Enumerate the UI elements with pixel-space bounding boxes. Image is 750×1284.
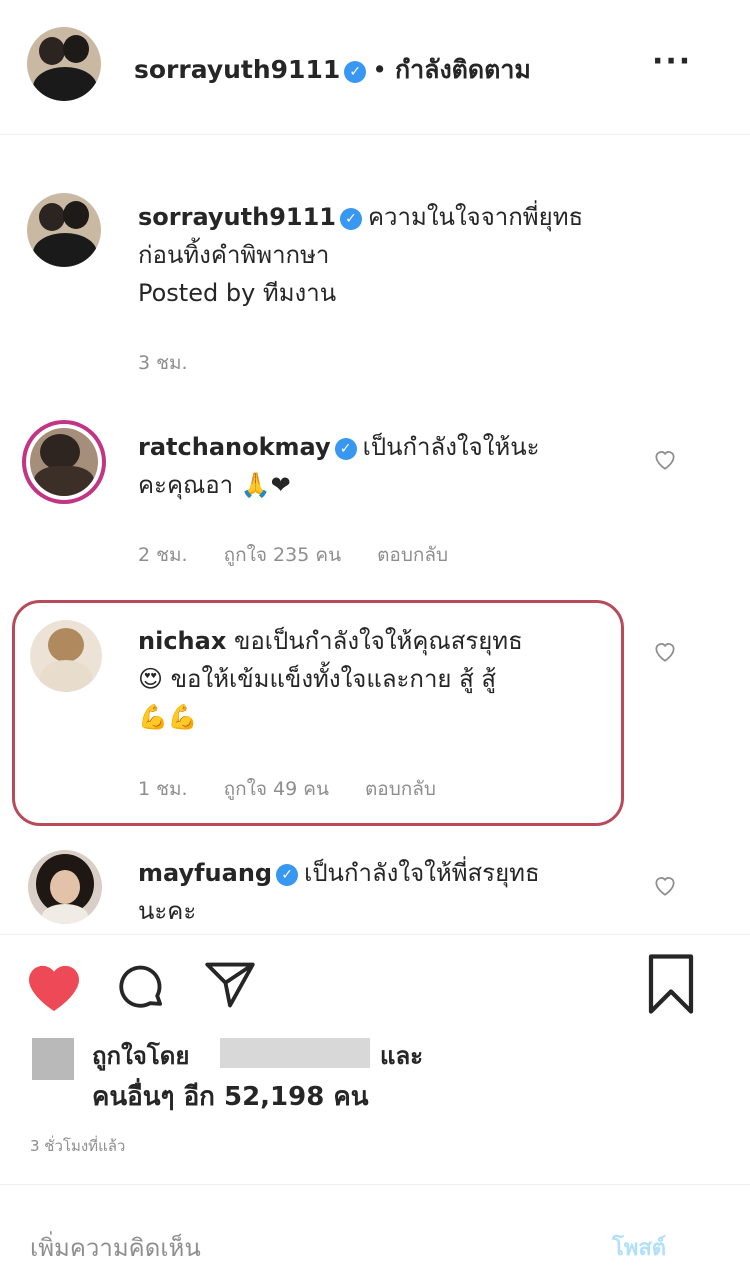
liked-by-and: และ: [380, 1042, 424, 1070]
comment-like-heart-icon[interactable]: [652, 872, 678, 898]
avatar[interactable]: [27, 193, 101, 267]
avatar[interactable]: [22, 420, 106, 504]
post-comment-button[interactable]: โพสต์: [612, 1230, 666, 1265]
comment-username[interactable]: mayfuang: [138, 859, 272, 887]
comment-text: เป็นกำลังใจให้นะ: [362, 433, 540, 461]
verified-badge-icon: ✓: [340, 208, 362, 230]
likes-count[interactable]: คนอื่นๆ อีก 52,198 คน: [92, 1076, 369, 1117]
comment-input[interactable]: เพิ่มความคิดเห็น: [30, 1228, 201, 1267]
avatar[interactable]: [30, 620, 102, 692]
separator: •: [372, 55, 387, 84]
comment-like-heart-icon[interactable]: [652, 638, 678, 664]
caption-posted-by: Posted by ทีมงาน: [138, 279, 337, 307]
heart-icon[interactable]: [24, 958, 84, 1014]
comment-text: 💪💪: [138, 703, 198, 731]
redacted-liker-name: [220, 1038, 370, 1068]
post-author-username[interactable]: sorrayuth9111: [134, 55, 340, 84]
avatar[interactable]: [28, 850, 102, 924]
comment-text: 😍 ขอให้เข้มแข็งทั้งใจและกาย สู้ สู้: [138, 665, 497, 693]
avatar[interactable]: [27, 27, 101, 101]
verified-badge-icon: ✓: [276, 864, 299, 886]
reply-button[interactable]: ตอบกลับ: [377, 544, 448, 566]
follow-status-button[interactable]: กำลังติดตาม: [395, 55, 531, 84]
caption-text: ความในใจจากพี่ยุทธ: [368, 203, 584, 231]
caption-username[interactable]: sorrayuth9111: [138, 203, 336, 231]
more-options-icon[interactable]: ···: [652, 44, 692, 79]
verified-badge-icon: ✓: [334, 438, 357, 460]
comment-time: 2 ชม.: [138, 544, 188, 566]
bookmark-icon[interactable]: [646, 954, 696, 1014]
comment-text: ขอเป็นกำลังใจให้คุณสรยุทธ: [233, 627, 523, 655]
verified-badge-icon: ✓: [344, 61, 367, 83]
comment-username[interactable]: nichax: [138, 627, 226, 655]
liked-by-prefix: ถูกใจโดย: [92, 1042, 190, 1070]
comment-likes-count[interactable]: ถูกใจ 49 คน: [224, 778, 329, 800]
comment-username[interactable]: ratchanokmay: [138, 433, 331, 461]
liker-avatar[interactable]: [32, 1038, 74, 1080]
comment-text: คะคุณอา 🙏❤: [138, 471, 291, 499]
post-timestamp: 3 ชั่วโมงที่แล้ว: [30, 1137, 126, 1155]
comment-icon[interactable]: [114, 960, 168, 1014]
comment-like-heart-icon[interactable]: [652, 446, 678, 472]
comment-text: นะคะ: [138, 897, 197, 925]
paper-plane-icon[interactable]: [202, 960, 258, 1010]
caption-time: 3 ชม.: [138, 352, 188, 374]
comment-text: เป็นกำลังใจให้พี่สรยุทธ: [304, 859, 540, 887]
reply-button[interactable]: ตอบกลับ: [365, 778, 436, 800]
caption-text: ก่อนทิ้งคำพิพากษา: [138, 241, 330, 269]
comment-likes-count[interactable]: ถูกใจ 235 คน: [224, 544, 341, 566]
comment-time: 1 ชม.: [138, 778, 188, 800]
